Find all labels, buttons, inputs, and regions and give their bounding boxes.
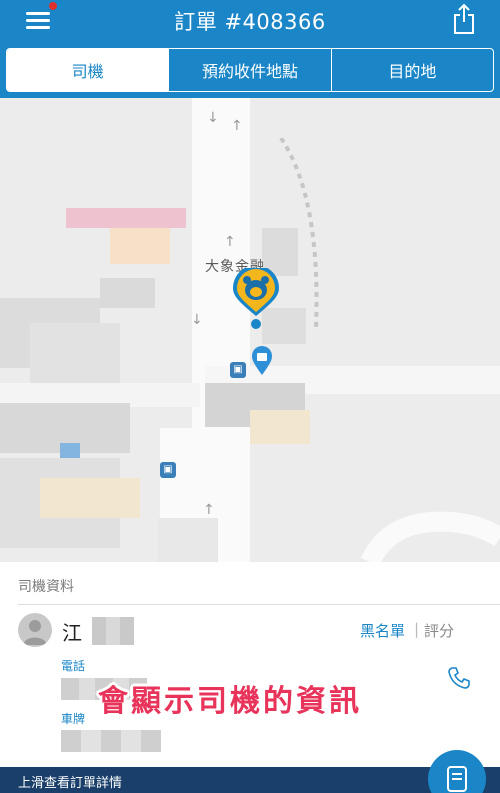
divider — [18, 604, 500, 605]
map-building — [110, 228, 170, 264]
separator: | — [414, 620, 420, 638]
tab-destination[interactable]: 目的地 — [330, 49, 493, 91]
page-title: 訂單 #408366 — [174, 10, 326, 34]
order-details-button[interactable] — [428, 750, 486, 793]
plate-redaction — [61, 730, 161, 752]
road-arrow-icon: ↑ — [224, 234, 236, 250]
plate-label: 車牌 — [61, 712, 86, 726]
tab-pickup-location[interactable]: 預約收件地點 — [168, 49, 330, 91]
bottom-sheet-handle[interactable]: 上滑查看訂單詳情 — [0, 767, 500, 793]
map-view[interactable]: ↓ ↑ ↑ ↓ ↑ 大象金融 ▣ ▣ — [0, 98, 500, 562]
map-road-dashed — [279, 138, 319, 328]
map-building — [100, 278, 155, 308]
map-building — [30, 323, 120, 383]
map-building — [40, 478, 140, 518]
rate-button[interactable]: 評分 — [424, 620, 454, 641]
avatar-icon — [23, 620, 47, 645]
share-icon[interactable] — [452, 2, 476, 36]
road-arrow-icon: ↓ — [207, 110, 219, 126]
tab-bar: 司機 預約收件地點 目的地 — [6, 48, 494, 92]
app-header: 訂單 #408366 司機 預約收件地點 目的地 — [0, 0, 500, 98]
phone-label: 電話 — [61, 659, 86, 673]
driver-name: 江 — [62, 621, 82, 645]
road-arrow-icon: ↑ — [203, 502, 215, 518]
bus-stop-icon: ▣ — [160, 462, 176, 478]
tab-driver[interactable]: 司機 — [7, 49, 169, 91]
name-redaction — [92, 617, 134, 645]
road-arrow-icon: ↓ — [191, 312, 203, 328]
map-building — [158, 518, 218, 562]
driver-avatar — [18, 613, 52, 647]
road-arrow-icon: ↑ — [231, 118, 243, 134]
map-building — [250, 410, 310, 444]
section-label: 司機資料 — [18, 579, 74, 595]
map-building — [66, 208, 186, 228]
phone-icon[interactable] — [446, 665, 472, 691]
driver-info-panel: 司機資料 江 黑名單 | 評分 電話 車牌 — [0, 562, 500, 767]
bus-stop-icon: ▣ — [230, 362, 246, 378]
receipt-icon — [447, 766, 467, 792]
blacklist-button[interactable]: 黑名單 — [360, 620, 405, 641]
swipe-hint: 上滑查看訂單詳情 — [18, 776, 123, 791]
map-road-curve — [360, 511, 500, 562]
driver-location-pin-icon — [233, 268, 279, 329]
overlay-caption: 會顯示司機的資訊 — [98, 684, 362, 719]
shopping-pin-icon — [252, 346, 272, 375]
